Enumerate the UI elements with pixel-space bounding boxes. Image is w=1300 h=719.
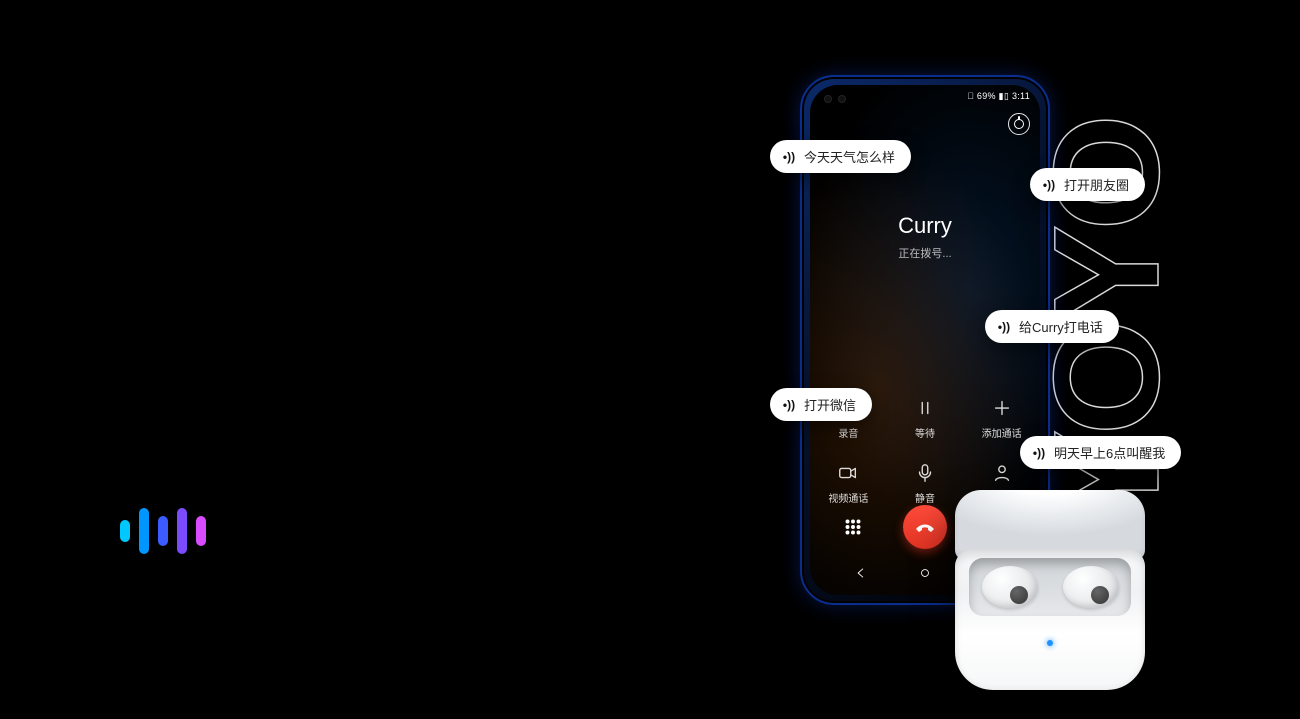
mute-label: 静音 (915, 490, 935, 505)
speaker-icon: •)) (1032, 446, 1046, 460)
caller-name: Curry (810, 213, 1040, 239)
front-cameras (824, 95, 846, 103)
bubble-text: 今天天气怎么样 (804, 147, 895, 166)
voice-wave-icon (120, 508, 206, 554)
hold-label: 等待 (915, 425, 935, 440)
keypad-button[interactable] (839, 513, 867, 541)
voice-bubble-weather: •)) 今天天气怎么样 (770, 140, 911, 173)
case-led-indicator (1047, 640, 1053, 646)
nav-home-icon[interactable] (918, 566, 932, 585)
speaker-icon: •)) (997, 320, 1011, 334)
call-state: 正在拨号... (810, 245, 1040, 261)
speaker-icon: •)) (782, 398, 796, 412)
speaker-icon: •)) (1042, 178, 1056, 192)
bubble-text: 给Curry打电话 (1019, 317, 1103, 336)
plus-icon (991, 397, 1013, 419)
nav-back-icon[interactable] (854, 566, 868, 585)
earbud-left (982, 566, 1038, 608)
video-icon (837, 462, 859, 484)
speaker-icon: •)) (782, 150, 796, 164)
earbud-right (1063, 566, 1119, 608)
video-call-label: 视频通话 (828, 490, 868, 505)
add-call-label: 添加通话 (982, 425, 1022, 440)
record-label: 录音 (838, 425, 858, 440)
earbuds-case (955, 490, 1145, 700)
mute-button[interactable]: 静音 (887, 462, 964, 505)
hang-up-button[interactable] (903, 505, 947, 549)
voice-bubble-open-wechat: •)) 打开微信 (770, 388, 872, 421)
voice-bubble-alarm: •)) 明天早上6点叫醒我 (1020, 436, 1181, 469)
status-bar: 􀙇 69% ▮▯ 3:11 (967, 91, 1030, 102)
mic-icon (914, 462, 936, 484)
bubble-text: 打开朋友圈 (1064, 175, 1129, 194)
bubble-text: 打开微信 (804, 395, 856, 414)
hold-button[interactable]: 等待 (887, 397, 964, 440)
pause-icon (914, 397, 936, 419)
add-call-button[interactable]: 添加通话 (963, 397, 1040, 440)
video-call-button[interactable]: 视频通话 (810, 462, 887, 505)
earbuds-cavity (969, 558, 1131, 616)
voice-bubble-moments: •)) 打开朋友圈 (1030, 168, 1145, 201)
person-icon (991, 462, 1013, 484)
voice-bubble-call-curry: •)) 给Curry打电话 (985, 310, 1119, 343)
assistant-badge-icon (1008, 113, 1030, 135)
bubble-text: 明天早上6点叫醒我 (1054, 443, 1165, 462)
